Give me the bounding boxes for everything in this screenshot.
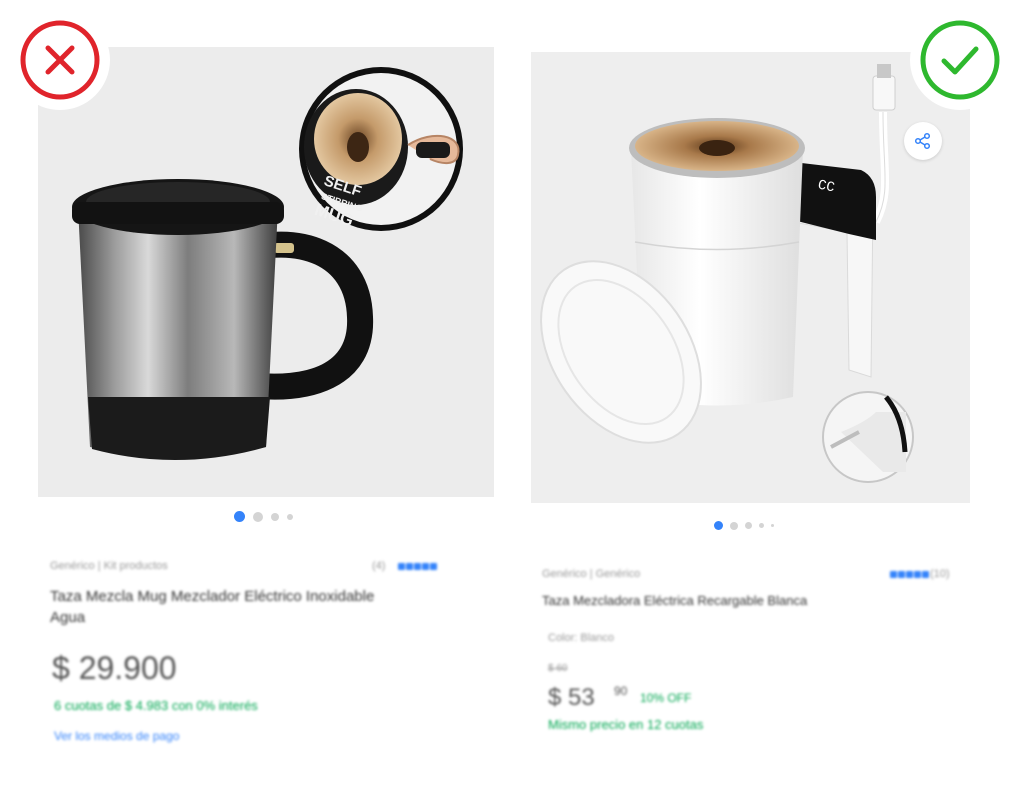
product-title-right[interactable]: Taza Mezcladora Eléctrica Recargable Bla… [542, 593, 807, 608]
x-circle-icon [20, 20, 100, 100]
verdict-badge-right [910, 10, 1010, 110]
carousel-dot[interactable] [287, 513, 293, 520]
share-button[interactable] [904, 122, 942, 160]
installments-left: 6 cuotas de $ 4.983 con 0% interés [54, 698, 258, 713]
carousel-dot[interactable] [759, 523, 764, 528]
product-card-right[interactable]: CC Genérico | Genérico (10) Taza Mezclad… [510, 0, 1020, 809]
brand-label-right: Genérico | Genérico [542, 568, 641, 580]
carousel-dot[interactable] [714, 521, 723, 530]
carousel-dots-left [234, 511, 293, 522]
rating-count-left: (4) [372, 560, 386, 572]
product-title-left-line2[interactable]: Agua [50, 609, 85, 626]
star-icon [398, 563, 405, 570]
product-photo-left[interactable]: SELF STIRRING MUG [38, 47, 494, 497]
price-right: $ 53 [548, 684, 595, 711]
star-icon [414, 563, 421, 570]
price-left: $ 29.900 [52, 650, 177, 686]
star-icon [890, 571, 897, 578]
payment-methods-link[interactable]: Ver los medios de pago [54, 729, 179, 743]
carousel-dot[interactable] [271, 512, 279, 521]
star-icon [906, 571, 913, 578]
installments-right: Mismo precio en 12 cuotas [548, 717, 704, 732]
product-photo-right[interactable]: CC [531, 52, 970, 503]
star-icon [922, 571, 929, 578]
brand-label-left: Genérico | Kit productos [50, 560, 168, 572]
check-circle-icon [920, 20, 1000, 100]
verdict-badge-left [10, 10, 110, 110]
color-label-right: Color: Blanco [548, 632, 615, 644]
carousel-dot[interactable] [234, 511, 245, 522]
product-title-left-line1[interactable]: Taza Mezcla Mug Mezclador Eléctrico Inox… [50, 588, 374, 605]
carousel-dot[interactable] [253, 511, 263, 522]
star-icon [914, 571, 921, 578]
carousel-dot[interactable] [771, 524, 774, 527]
old-price-right: $ 60 [548, 663, 568, 674]
white-mug-illustration: CC [540, 64, 914, 483]
star-icon [406, 563, 413, 570]
carousel-dot[interactable] [745, 522, 752, 529]
star-icon [898, 571, 905, 578]
rating-count-right: (10) [930, 568, 950, 580]
discount-badge-right: 10% OFF [640, 691, 692, 705]
rating-stars-left [398, 563, 437, 570]
star-icon [422, 563, 429, 570]
mug-display-reading: CC [816, 177, 836, 196]
steel-mug-illustration: SELF STIRRING MUG [72, 67, 463, 461]
carousel-dot[interactable] [730, 521, 738, 530]
star-icon [430, 563, 437, 570]
share-icon [914, 132, 931, 150]
carousel-dots-right [714, 521, 774, 530]
product-card-left[interactable]: SELF STIRRING MUG Genérico | Kit product… [0, 0, 510, 809]
rating-stars-right [890, 571, 929, 578]
price-cents-right: 90 [614, 684, 628, 698]
